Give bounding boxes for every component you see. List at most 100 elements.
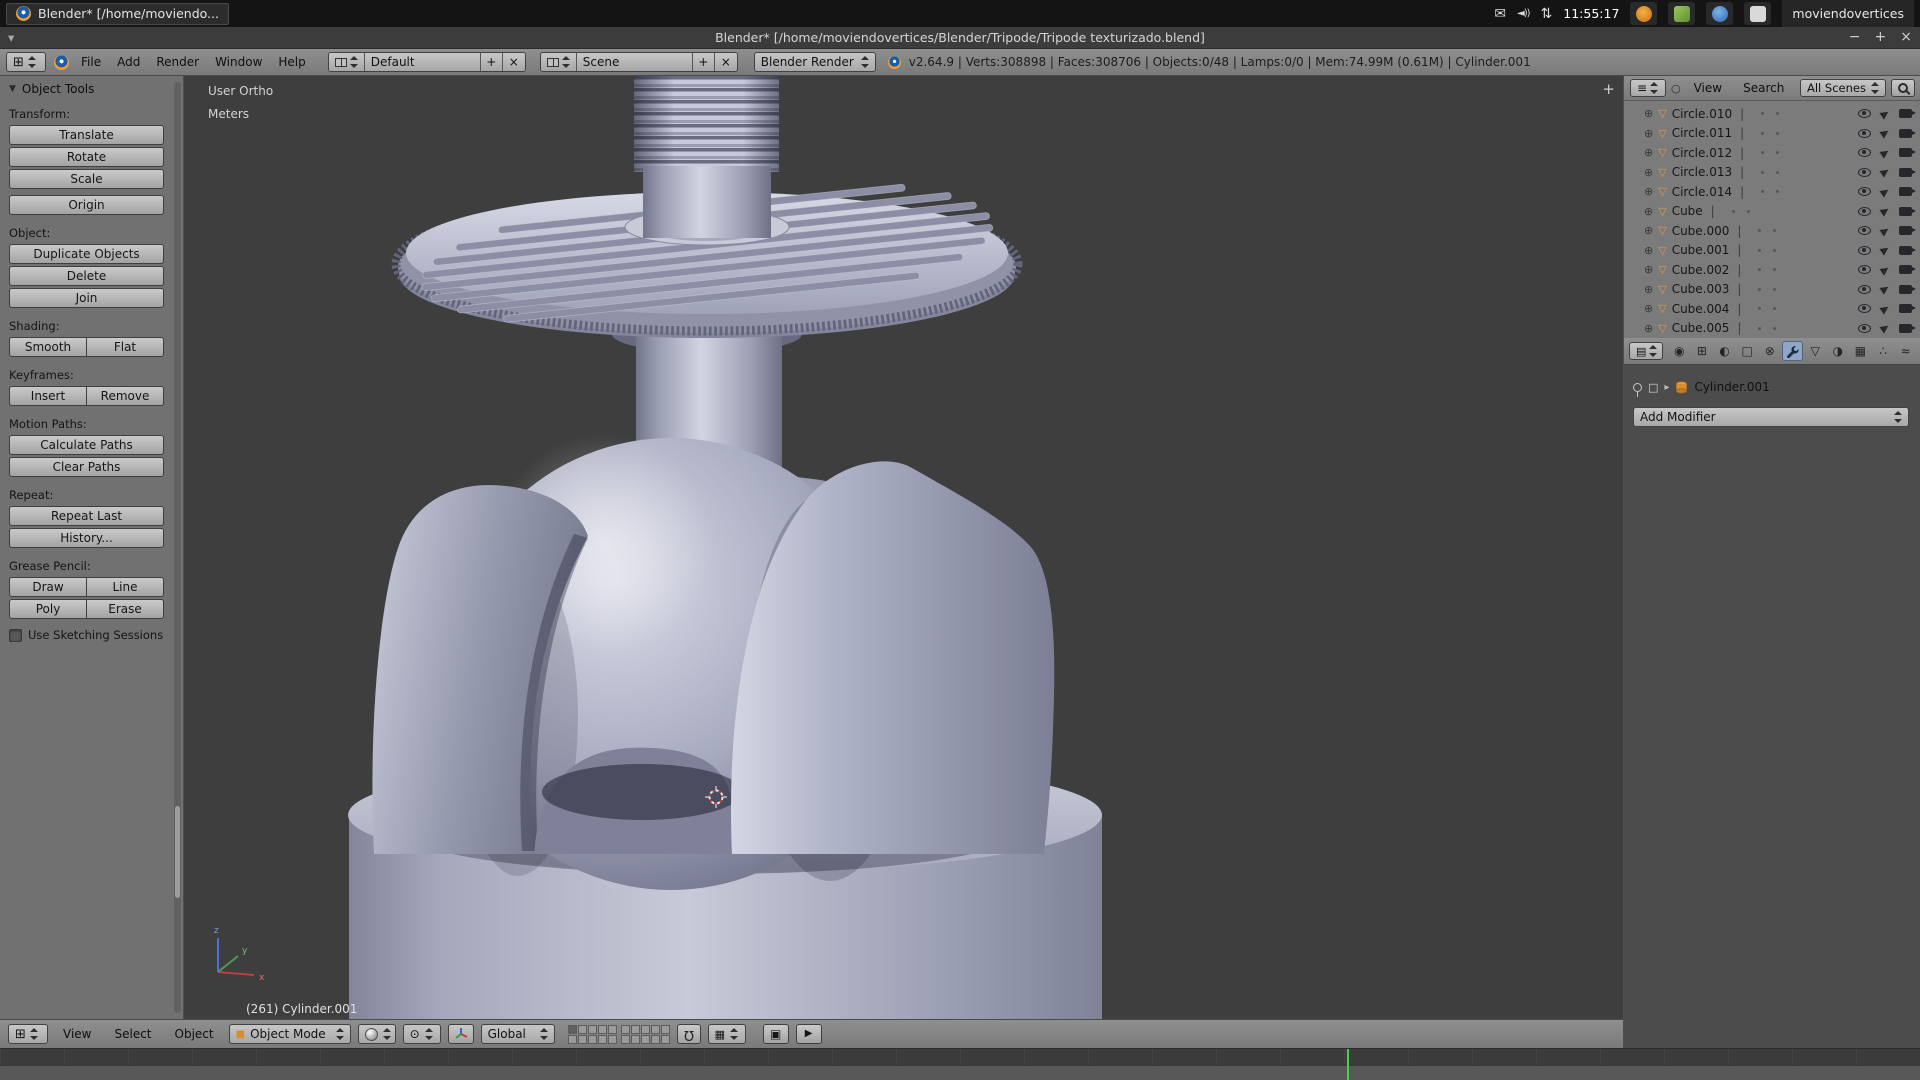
visibility-eye-icon[interactable]	[1858, 129, 1871, 138]
menu-select[interactable]: Select	[106, 1027, 159, 1041]
app-launcher-orange[interactable]	[1630, 2, 1657, 25]
layer-cell[interactable]	[588, 1035, 597, 1044]
object-name[interactable]: Cube.005	[1672, 321, 1730, 335]
expand-icon[interactable]: ⊕	[1644, 147, 1653, 158]
outliner-row[interactable]: ⊕▽Circle.010|	[1624, 104, 1920, 124]
renderability-camera-icon[interactable]	[1899, 148, 1912, 157]
expand-icon[interactable]: ⊕	[1644, 206, 1653, 217]
panel-collapse-icon[interactable]: ▼	[9, 84, 16, 94]
selectability-cursor-icon[interactable]	[1879, 225, 1890, 236]
search-button[interactable]	[1891, 79, 1915, 97]
layer-cell[interactable]	[631, 1025, 640, 1034]
tab-texture[interactable]: ▦	[1850, 341, 1871, 361]
viewport-editor-type-selector[interactable]: ⊞	[8, 1024, 48, 1044]
renderability-camera-icon[interactable]	[1899, 304, 1912, 313]
menu-view[interactable]: View	[55, 1027, 99, 1041]
object-name[interactable]: Circle.010	[1672, 107, 1732, 121]
expand-icon[interactable]: ⊕	[1644, 186, 1653, 197]
layer-cell[interactable]	[598, 1035, 607, 1044]
origin-button[interactable]: Origin	[9, 195, 164, 215]
timeline-strip[interactable]	[0, 1048, 1920, 1080]
delete-button[interactable]: Delete	[9, 266, 164, 286]
layer-cell[interactable]	[578, 1025, 587, 1034]
viewport-shading-selector[interactable]	[358, 1024, 396, 1044]
renderability-camera-icon[interactable]	[1899, 168, 1912, 177]
outliner-menu-view[interactable]: View	[1686, 81, 1730, 95]
object-name[interactable]: Cube.004	[1672, 302, 1730, 316]
network-traffic-icon[interactable]: ⇅	[1541, 6, 1553, 22]
selectability-cursor-icon[interactable]	[1879, 284, 1890, 295]
renderability-camera-icon[interactable]	[1899, 207, 1912, 216]
menu-window[interactable]: Window	[207, 55, 270, 69]
visibility-eye-icon[interactable]	[1858, 304, 1871, 313]
expand-icon[interactable]: ⊕	[1644, 323, 1653, 334]
expand-icon[interactable]: ⊕	[1644, 225, 1653, 236]
object-name[interactable]: Circle.011	[1672, 126, 1732, 140]
selectability-cursor-icon[interactable]	[1879, 264, 1890, 275]
outliner-editor-type-selector[interactable]: ≡	[1630, 79, 1666, 97]
repeat-last-button[interactable]: Repeat Last	[9, 506, 164, 526]
minimize-button[interactable]: −	[1849, 29, 1861, 45]
maximize-button[interactable]: +	[1875, 29, 1887, 45]
visibility-eye-icon[interactable]	[1858, 285, 1871, 294]
tab-world[interactable]: ◐	[1714, 341, 1735, 361]
clock[interactable]: 11:55:17	[1563, 6, 1619, 21]
sketching-sessions-row[interactable]: Use Sketching Sessions	[9, 628, 183, 642]
screen-layout-selector[interactable]: Default + ×	[328, 52, 526, 72]
renderability-camera-icon[interactable]	[1899, 246, 1912, 255]
insert-keyframe-button[interactable]: Insert	[9, 386, 87, 406]
toolshelf-scrollbar[interactable]	[174, 82, 181, 1013]
tab-scene[interactable]: ⊞	[1692, 341, 1713, 361]
sketching-checkbox[interactable]	[9, 629, 22, 642]
visibility-eye-icon[interactable]	[1858, 187, 1871, 196]
app-launcher-blue[interactable]	[1706, 2, 1733, 25]
tab-object[interactable]: □	[1737, 341, 1758, 361]
3d-viewport[interactable]: x y z User Ortho Meters (261) Cylinder.0…	[184, 76, 1623, 1019]
layer-cell[interactable]	[588, 1025, 597, 1034]
expand-icon[interactable]: ⊕	[1644, 108, 1653, 119]
visibility-eye-icon[interactable]	[1858, 109, 1871, 118]
layer-cell[interactable]	[608, 1035, 617, 1044]
renderability-camera-icon[interactable]	[1899, 265, 1912, 274]
object-name[interactable]: Cube.001	[1672, 243, 1730, 257]
layer-cell[interactable]	[608, 1025, 617, 1034]
app-launcher-files[interactable]	[1744, 2, 1771, 25]
tab-constraints[interactable]: ⊗	[1760, 341, 1781, 361]
translate-button[interactable]: Translate	[9, 125, 164, 145]
scene-browse-icon[interactable]	[541, 53, 577, 71]
grease-line-button[interactable]: Line	[87, 577, 164, 597]
scene-name[interactable]: Scene	[577, 53, 693, 71]
renderability-camera-icon[interactable]	[1899, 324, 1912, 333]
flat-button[interactable]: Flat	[87, 337, 164, 357]
visibility-eye-icon[interactable]	[1858, 226, 1871, 235]
menu-help[interactable]: Help	[270, 55, 313, 69]
close-button[interactable]: ×	[1900, 29, 1912, 45]
outliner-row[interactable]: ⊕▽Cube.005|	[1624, 319, 1920, 339]
blender-menu-icon[interactable]	[54, 55, 69, 70]
object-tools-panel-header[interactable]: ▼ Object Tools	[9, 82, 183, 96]
delete-layout-button[interactable]: ×	[503, 53, 525, 71]
scale-button[interactable]: Scale	[9, 169, 164, 189]
taskbar-window-button[interactable]: Blender* [/home/moviendo...	[6, 3, 229, 25]
layer-cell[interactable]	[641, 1025, 650, 1034]
expand-icon[interactable]: ⊕	[1644, 303, 1653, 314]
layer-cell[interactable]	[621, 1025, 630, 1034]
add-layout-button[interactable]: +	[481, 53, 503, 71]
timeline-scrollbar[interactable]	[0, 1065, 1920, 1080]
visibility-eye-icon[interactable]	[1858, 265, 1871, 274]
object-name[interactable]: Circle.012	[1672, 146, 1732, 160]
expand-icon[interactable]: ⊕	[1644, 284, 1653, 295]
selectability-cursor-icon[interactable]	[1879, 206, 1890, 217]
scene-selector[interactable]: Scene + ×	[540, 52, 738, 72]
tab-render[interactable]: ◉	[1669, 341, 1690, 361]
selectability-cursor-icon[interactable]	[1879, 323, 1890, 334]
object-name[interactable]: Cube	[1672, 204, 1703, 218]
smooth-button[interactable]: Smooth	[9, 337, 87, 357]
manipulator-toggle[interactable]	[448, 1024, 474, 1044]
delete-scene-button[interactable]: ×	[715, 53, 737, 71]
timeline-playhead[interactable]	[1347, 1049, 1349, 1080]
visibility-eye-icon[interactable]	[1858, 324, 1871, 333]
renderability-camera-icon[interactable]	[1899, 187, 1912, 196]
layer-cell[interactable]	[631, 1035, 640, 1044]
layer-cell[interactable]	[661, 1025, 670, 1034]
